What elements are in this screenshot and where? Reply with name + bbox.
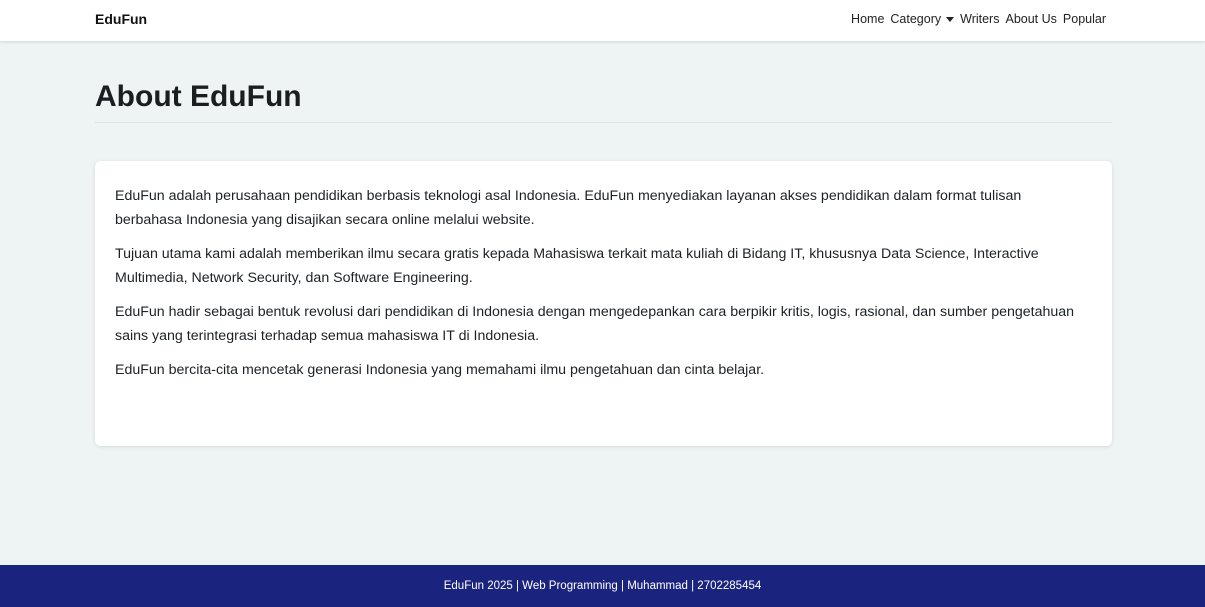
caret-down-icon xyxy=(946,17,955,22)
about-paragraph-4: EduFun bercita-cita mencetak generasi In… xyxy=(115,362,765,378)
page-footer: EduFun 2025 | Web Programming | Muhammad… xyxy=(0,565,1205,607)
nav-home[interactable]: Home xyxy=(851,12,884,26)
about-paragraph-1: EduFun adalah perusahaan pendidikan berb… xyxy=(115,188,1022,228)
about-card: EduFun adalah perusahaan pendidikan berb… xyxy=(95,161,1112,446)
nav-about-us[interactable]: About Us xyxy=(1005,12,1056,26)
footer-text: EduFun 2025 | Web Programming | Muhammad… xyxy=(443,580,762,592)
nav-popular[interactable]: Popular xyxy=(1063,12,1106,26)
page-title: About EduFun xyxy=(95,80,302,113)
nav-links: Home Category Writers About Us Popular xyxy=(851,12,1106,26)
nav-category-label: Category xyxy=(890,12,942,26)
nav-writers[interactable]: Writers xyxy=(960,12,999,26)
top-navbar: EduFun Home Category Writers About Us Po… xyxy=(0,0,1205,41)
brand-logo[interactable]: EduFun xyxy=(95,11,147,27)
about-paragraph-2: Tujuan utama kami adalah memberikan ilmu… xyxy=(115,246,1039,286)
about-paragraph-3: EduFun hadir sebagai bentuk revolusi dar… xyxy=(115,304,1075,344)
title-divider xyxy=(95,122,1112,123)
nav-category-dropdown[interactable]: Category xyxy=(890,12,955,26)
